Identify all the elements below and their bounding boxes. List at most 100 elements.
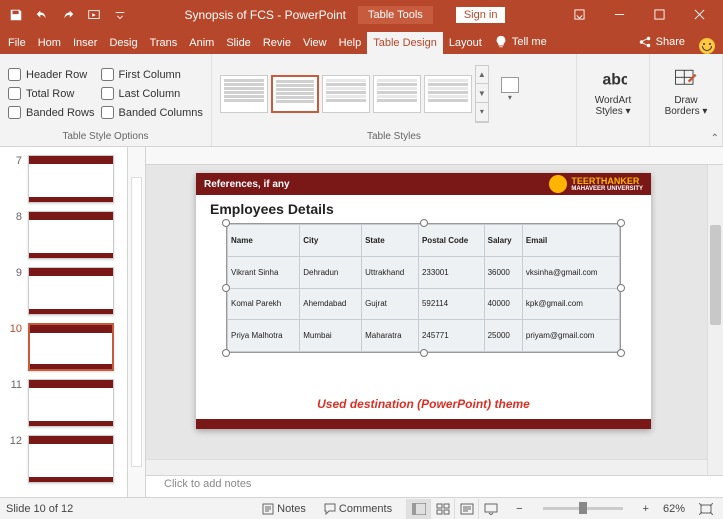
tab-table-design[interactable]: Table Design	[367, 32, 443, 54]
slide-canvas[interactable]: References, if any TEERTHANKERMAHAVEER U…	[146, 165, 723, 475]
horizontal-scrollbar[interactable]	[146, 459, 707, 475]
selected-table[interactable]: NameCityStatePostal CodeSalaryEmail Vikr…	[226, 223, 621, 353]
group-label: Table Styles	[220, 129, 568, 144]
university-brand: TEERTHANKERMAHAVEER UNIVERSITY	[549, 175, 643, 193]
slide-thumbnails-panel[interactable]: 7 8 9 10 11 12	[0, 147, 128, 497]
sign-in-button[interactable]: Sign in	[455, 6, 507, 24]
tab-slideshow[interactable]: Slide	[220, 32, 256, 54]
gallery-scroll[interactable]: ▲▼▾	[475, 65, 489, 123]
tab-layout[interactable]: Layout	[443, 32, 488, 54]
svg-text:abc: abc	[603, 71, 628, 88]
share-icon	[638, 35, 652, 49]
university-logo-icon	[549, 175, 567, 193]
undo-icon[interactable]	[30, 3, 54, 27]
slide-thumbnail[interactable]: 11	[0, 375, 127, 431]
reading-view-icon[interactable]	[454, 499, 478, 519]
table-style-thumb[interactable]	[424, 75, 472, 113]
shading-swatch-icon	[501, 77, 519, 93]
table-row[interactable]: Komal ParekhAhemdabadGujrat59211440000kp…	[228, 288, 620, 320]
resize-handle[interactable]	[222, 284, 230, 292]
slide[interactable]: References, if any TEERTHANKERMAHAVEER U…	[196, 173, 651, 429]
tab-insert[interactable]: Inser	[67, 32, 103, 54]
check-banded-rows[interactable]: Banded Rows	[8, 106, 95, 119]
group-wordart: abc WordArtStyles ▾	[577, 54, 650, 146]
tab-animations[interactable]: Anim	[183, 32, 220, 54]
redo-icon[interactable]	[56, 3, 80, 27]
table-style-thumb[interactable]	[271, 75, 319, 113]
tab-home[interactable]: Hom	[32, 32, 67, 54]
table-row[interactable]: Vikrant SinhaDehradunUttrakhand233001360…	[228, 256, 620, 288]
slide-thumbnail[interactable]: 7	[0, 151, 127, 207]
slide-thumbnail[interactable]: 9	[0, 263, 127, 319]
vertical-ruler[interactable]	[128, 147, 146, 497]
resize-handle[interactable]	[617, 219, 625, 227]
ribbon: Header Row Total Row Banded Rows First C…	[0, 54, 723, 147]
resize-handle[interactable]	[617, 349, 625, 357]
wordart-styles-button[interactable]: abc WordArtStyles ▾	[585, 58, 641, 124]
zoom-slider[interactable]	[543, 507, 623, 510]
minimize-icon[interactable]	[599, 0, 639, 29]
slide-title[interactable]: Employees Details	[196, 195, 651, 221]
close-icon[interactable]	[679, 0, 719, 29]
shading-button[interactable]: ▾	[495, 74, 525, 114]
tab-file[interactable]: File	[2, 32, 32, 54]
notes-toggle[interactable]: Notes	[258, 503, 310, 515]
draw-borders-button[interactable]: DrawBorders ▾	[658, 58, 714, 124]
maximize-icon[interactable]	[639, 0, 679, 29]
tab-transitions[interactable]: Trans	[144, 32, 184, 54]
group-table-style-options: Header Row Total Row Banded Rows First C…	[0, 54, 212, 146]
comments-toggle[interactable]: Comments	[320, 503, 396, 515]
resize-handle[interactable]	[222, 349, 230, 357]
tab-design[interactable]: Desig	[103, 32, 143, 54]
view-buttons	[406, 499, 502, 519]
notes-pane[interactable]: Click to add notes	[146, 475, 723, 497]
resize-handle[interactable]	[222, 219, 230, 227]
slide-thumbnail[interactable]: 10	[0, 319, 127, 375]
zoom-in-button[interactable]: +	[639, 503, 653, 515]
tab-help[interactable]: Help	[333, 32, 368, 54]
slide-thumbnail[interactable]: 12	[0, 431, 127, 487]
tab-review[interactable]: Revie	[257, 32, 297, 54]
vertical-scrollbar[interactable]	[707, 165, 723, 475]
fit-to-window-icon[interactable]	[695, 503, 717, 515]
comments-icon	[324, 503, 336, 515]
start-from-beginning-icon[interactable]	[82, 3, 106, 27]
table-style-gallery[interactable]: ▲▼▾	[220, 65, 489, 123]
slide-thumbnail[interactable]: 8	[0, 207, 127, 263]
check-total-row[interactable]: Total Row	[8, 87, 95, 100]
table-style-thumb[interactable]	[373, 75, 421, 113]
slide-header: References, if any TEERTHANKERMAHAVEER U…	[196, 173, 651, 195]
ribbon-options-icon[interactable]	[559, 0, 599, 29]
share-button[interactable]: Share	[630, 30, 693, 54]
tab-view[interactable]: View	[297, 32, 333, 54]
employees-table[interactable]: NameCityStatePostal CodeSalaryEmail Vikr…	[227, 224, 620, 352]
resize-handle[interactable]	[420, 349, 428, 357]
slideshow-view-icon[interactable]	[478, 499, 502, 519]
check-header-row[interactable]: Header Row	[8, 68, 95, 81]
table-style-thumb[interactable]	[322, 75, 370, 113]
qat-more-icon[interactable]	[108, 3, 132, 27]
table-row[interactable]: Priya MalhotraMumbaiMaharatra24577125000…	[228, 320, 620, 352]
slide-sorter-icon[interactable]	[430, 499, 454, 519]
check-first-column[interactable]: First Column	[101, 68, 203, 81]
resize-handle[interactable]	[617, 284, 625, 292]
contextual-tools-label: Table Tools	[358, 6, 433, 24]
table-header-row[interactable]: NameCityStatePostal CodeSalaryEmail	[228, 225, 620, 257]
tell-me-search[interactable]: Tell me	[488, 30, 553, 54]
slide-counter[interactable]: Slide 10 of 12	[6, 503, 73, 515]
slide-footer-bar	[196, 419, 651, 429]
wordart-icon: abc	[599, 65, 627, 93]
check-last-column[interactable]: Last Column	[101, 87, 203, 100]
zoom-out-button[interactable]: −	[512, 503, 526, 515]
collapse-ribbon-icon[interactable]: ⌃	[711, 133, 719, 144]
check-banded-columns[interactable]: Banded Columns	[101, 106, 203, 119]
save-icon[interactable]	[4, 3, 28, 27]
normal-view-icon[interactable]	[406, 499, 430, 519]
editor: References, if any TEERTHANKERMAHAVEER U…	[128, 147, 723, 497]
zoom-percent[interactable]: 62%	[663, 503, 685, 515]
slide-header-text: References, if any	[204, 179, 290, 190]
resize-handle[interactable]	[420, 219, 428, 227]
table-style-thumb[interactable]	[220, 75, 268, 113]
horizontal-ruler[interactable]	[146, 147, 723, 165]
feedback-smiley-icon[interactable]	[699, 38, 715, 54]
